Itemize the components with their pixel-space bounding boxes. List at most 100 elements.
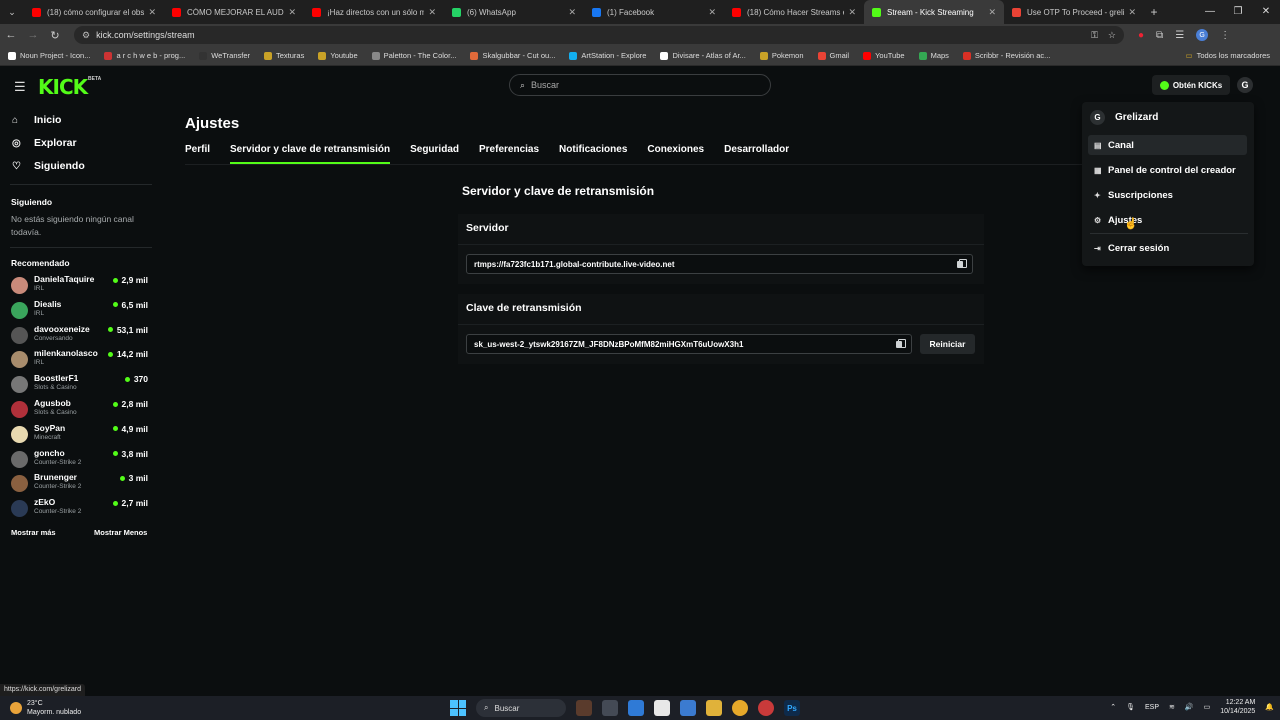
show-more-link[interactable]: Mostrar más — [11, 528, 56, 537]
browser-tab[interactable]: (1) Facebook ✕ — [584, 0, 724, 24]
back-icon[interactable]: ← — [0, 29, 22, 41]
tab-close-icon[interactable]: ✕ — [1128, 7, 1136, 18]
bookmark-item[interactable]: Texturas — [264, 51, 304, 60]
tab-close-icon[interactable]: ✕ — [148, 7, 156, 18]
bookmark-item[interactable]: Youtube — [318, 51, 358, 60]
minimize-icon[interactable]: — — [1196, 0, 1224, 24]
taskbar-search[interactable]: ⌕ Buscar — [476, 699, 566, 717]
bookmark-item[interactable]: Maps — [918, 51, 949, 60]
browser-tab[interactable]: ¡Haz directos con un sólo m ✕ — [304, 0, 444, 24]
copilot-icon[interactable] — [628, 700, 644, 716]
address-bar[interactable]: ⚙ kick.com/settings/stream ⚿ ☆ — [74, 26, 1124, 44]
bookmark-item[interactable]: Noun Project - Icon... — [8, 51, 90, 60]
browser-tab[interactable]: (18) cómo configurar el obs ✕ — [24, 0, 164, 24]
microphone-icon[interactable]: 🎙 — [1126, 703, 1135, 711]
recommended-channel[interactable]: BoostlerF1 Slots & Casino 370 — [11, 373, 151, 397]
reload-icon[interactable]: ↻ — [44, 29, 66, 42]
bookmark-item[interactable]: Pokemon — [759, 51, 804, 60]
store-icon[interactable] — [654, 700, 670, 716]
battery-icon[interactable]: ▭ — [1204, 703, 1211, 711]
get-kicks-button[interactable]: Obtén KICKs — [1152, 75, 1230, 95]
tab-close-icon[interactable]: ✕ — [288, 7, 296, 18]
forward-icon[interactable]: → — [22, 29, 44, 41]
browser-tab[interactable]: (6) WhatsApp ✕ — [444, 0, 584, 24]
browser-tab[interactable]: Use OTP To Proceed - grelizi ✕ — [1004, 0, 1144, 24]
settings-tab[interactable]: Conexiones — [647, 144, 704, 164]
sidebar-item-siguiendo[interactable]: ♡ Siguiendo — [12, 160, 85, 172]
hamburger-menu-icon[interactable]: ☰ — [14, 79, 26, 95]
copy-icon[interactable] — [957, 259, 967, 269]
media-icon[interactable]: ☰ — [1175, 30, 1184, 41]
browser-tab[interactable]: Stream - Kick Streaming ✕ — [864, 0, 1004, 24]
bookmark-item[interactable]: Skalgubbar - Cut ou... — [470, 51, 555, 60]
bookmark-item[interactable]: ArtStation - Explore — [569, 51, 646, 60]
extensions-puzzle-icon[interactable]: ⧉ — [1156, 30, 1163, 41]
recommended-channel[interactable]: SoyPan Minecraft 4,9 mil — [11, 423, 151, 447]
maximize-icon[interactable]: ❐ — [1224, 0, 1252, 24]
windows-start-icon[interactable] — [450, 700, 466, 716]
volume-icon[interactable]: 🔊 — [1185, 703, 1194, 711]
recommended-channel[interactable]: Brunenger Counter-Strike 2 3 mil — [11, 472, 151, 496]
new-tab-button[interactable]: + — [1144, 5, 1164, 19]
settings-tab[interactable]: Notificaciones — [559, 144, 627, 164]
extension-icon[interactable]: ● — [1138, 30, 1144, 41]
menu-item-subscriptions[interactable]: ✦ Suscripciones — [1088, 185, 1247, 205]
settings-tab[interactable]: Preferencias — [479, 144, 539, 164]
browser-tab[interactable]: CÓMO MEJORAR EL AUDIO ✕ — [164, 0, 304, 24]
tab-close-icon[interactable]: ✕ — [848, 7, 856, 18]
server-url-field[interactable]: rtmps://fa723fc1b171.global-contribute.l… — [466, 254, 973, 274]
widget-icon[interactable] — [576, 700, 592, 716]
file-explorer-icon[interactable] — [706, 700, 722, 716]
weather-widget[interactable]: 23°C Mayorm. nublado — [10, 699, 81, 717]
photoshop-icon[interactable]: Ps — [784, 700, 800, 716]
kick-logo[interactable]: KICK — [38, 75, 88, 99]
all-bookmarks[interactable]: ▭ Todos los marcadores — [1186, 51, 1270, 60]
tab-close-icon[interactable]: ✕ — [428, 7, 436, 18]
notification-icon[interactable]: 🔔 — [1265, 703, 1274, 711]
menu-item-logout[interactable]: ⇥ Cerrar sesión — [1088, 238, 1247, 258]
menu-item-settings[interactable]: ⚙ Ajustes — [1088, 210, 1247, 230]
recommended-channel[interactable]: Agusbob Slots & Casino 2,8 mil — [11, 398, 151, 422]
show-less-link[interactable]: Mostrar Menos — [94, 528, 147, 537]
task-view-icon[interactable] — [602, 700, 618, 716]
chrome-menu-icon[interactable]: ⋮ — [1220, 30, 1230, 41]
recommended-channel[interactable]: Diealis IRL 6,5 mil — [11, 299, 151, 323]
bookmark-item[interactable]: Paletton - The Color... — [371, 51, 456, 60]
chrome-icon[interactable] — [732, 700, 748, 716]
settings-tab[interactable]: Perfil — [185, 144, 210, 164]
bookmark-item[interactable]: YouTube — [863, 51, 905, 60]
tab-search-icon[interactable]: ⌄ — [0, 0, 24, 24]
bookmark-item[interactable]: WeTransfer — [199, 51, 250, 60]
bookmark-star-icon[interactable]: ☆ — [1108, 30, 1116, 41]
bookmark-item[interactable]: Gmail — [817, 51, 849, 60]
bookmark-item[interactable]: Divisare - Atlas of Ar... — [660, 51, 746, 60]
user-avatar-button[interactable]: G — [1237, 77, 1253, 93]
password-key-icon[interactable]: ⚿ — [1091, 30, 1098, 41]
reset-key-button[interactable]: Reiniciar — [920, 334, 975, 354]
tab-close-icon[interactable]: ✕ — [708, 7, 716, 18]
settings-tab[interactable]: Seguridad — [410, 144, 459, 164]
menu-item-canal[interactable]: ▤ Canal — [1088, 135, 1247, 155]
search-input[interactable]: ⌕ Buscar — [509, 74, 771, 96]
sidebar-item-explorar[interactable]: ◎ Explorar — [12, 137, 77, 149]
site-info-icon[interactable]: ⚙ — [82, 30, 90, 41]
chevron-up-icon[interactable]: ⌃ — [1110, 703, 1116, 711]
copy-icon[interactable] — [896, 339, 906, 349]
recommended-channel[interactable]: DanielaTaquire IRL 2,9 mil — [11, 274, 151, 298]
menu-item-creator-dashboard[interactable]: ▦ Panel de control del creador — [1088, 160, 1247, 180]
clock[interactable]: 12:22 AM 10/14/2025 — [1220, 698, 1255, 716]
tab-close-icon[interactable]: ✕ — [568, 7, 576, 18]
settings-tab[interactable]: Desarrollador — [724, 144, 789, 164]
bookmark-item[interactable]: Scribbr - Revisión ac... — [962, 51, 1050, 60]
editor-icon[interactable] — [680, 700, 696, 716]
stream-key-field[interactable]: sk_us-west-2_ytswk29167ZM_JF8DNzBPoMfM82… — [466, 334, 912, 354]
language-indicator[interactable]: ESP — [1145, 704, 1159, 711]
recommended-channel[interactable]: milenkanolasco IRL 14,2 mil — [11, 348, 151, 372]
recommended-channel[interactable]: zEkO Counter-Strike 2 2,7 mil — [11, 497, 151, 521]
tab-close-icon[interactable]: ✕ — [988, 7, 996, 18]
bookmark-item[interactable]: a r c h w e b - prog... — [104, 51, 185, 60]
settings-tab[interactable]: Servidor y clave de retransmisión — [230, 144, 391, 164]
wifi-icon[interactable]: ≋ — [1169, 703, 1175, 711]
recommended-channel[interactable]: davooxeneize Conversando 53,1 mil — [11, 324, 151, 348]
close-window-icon[interactable]: ✕ — [1252, 0, 1280, 24]
